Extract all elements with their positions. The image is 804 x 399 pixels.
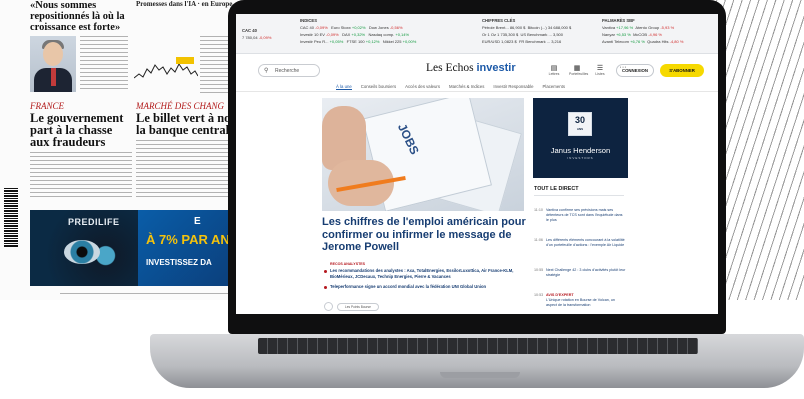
- connect-button[interactable]: CONNEXION: [616, 64, 654, 77]
- nav-item-home[interactable]: À la une: [336, 84, 352, 90]
- figures-header: CHIFFRES CLÉS: [482, 18, 516, 23]
- ticker-indices: INDICES CAC 40 -0,09% Euro Stoxx +0,02% …: [300, 18, 416, 44]
- live-item[interactable]: 10:55 Next Challenge 42 : 3 clubs d'acti…: [534, 268, 626, 278]
- nav-item-placements[interactable]: Placements: [543, 84, 565, 90]
- ticker-main-value: 7 780,04: [242, 35, 258, 40]
- nav-item-stocks[interactable]: Accès des valeurs: [405, 84, 440, 90]
- related-article-link[interactable]: Les recommandations des analystes : Axa,…: [324, 268, 530, 279]
- laptop-keyboard: [258, 338, 698, 354]
- nav-item-markets[interactable]: Marchés & Indices: [449, 84, 484, 90]
- live-item[interactable]: 10:53 AVIS D'EXPERT L'Unique rotation en…: [534, 293, 626, 308]
- site-logo[interactable]: Les Echos investir: [426, 62, 516, 74]
- newspaper-text-column: [136, 140, 236, 200]
- briefcase-icon: ▦: [573, 65, 581, 72]
- newspaper-article-title: Le gouvernement part à la chasse aux fra…: [30, 111, 124, 149]
- newspaper-top-headline: «Nous sommes repositionnés là où la croi…: [30, 0, 125, 33]
- logo-text: Les Echos: [426, 62, 474, 74]
- ad-brand-sub: INVESTORS: [567, 156, 594, 160]
- divider: [534, 195, 624, 196]
- ticker-row[interactable]: CAC 40 -0,09% Euro Stoxx +0,02% Dow Jone…: [300, 25, 416, 30]
- logo-accent: investir: [476, 62, 516, 74]
- live-text: Next Challenge 42 : 3 clubs d'activités …: [546, 268, 626, 277]
- ticker-main-change: -0,09%: [258, 35, 272, 40]
- ticker-row[interactable]: Pétrole Brent... 86,900 $ Bitcoin (...) …: [482, 25, 571, 30]
- tool-newsletters[interactable]: ▤ Lettres: [546, 64, 562, 76]
- newspaper-ad-predilife: PREDILIFE: [30, 210, 138, 286]
- newspaper-top-headline-2: Promesses dans l'IA · en Europe: [136, 0, 233, 8]
- chart-bars-icon: ▤: [550, 65, 558, 72]
- subscribe-button[interactable]: S'ABONNER: [660, 64, 704, 77]
- ticker-sbf-winners: PALMARÈS SBF Vantiva +17,96 % Atento Gro…: [602, 18, 683, 44]
- ticker-row[interactable]: EUR/USD 1,0823 $ FR Benchmark ... 3,216: [482, 39, 571, 44]
- ticker-row[interactable]: Or 1 Oz 1 735,300 $ US Benchmark ... 3,5…: [482, 32, 571, 37]
- live-time: 10:53: [534, 293, 544, 297]
- live-time: 11:06: [534, 238, 543, 242]
- newspaper-ad-investment: E À 7% PAR AN INVESTISSEZ DA: [138, 210, 238, 286]
- tool-portfolios[interactable]: ▦ Portefeuilles: [569, 64, 588, 76]
- newspaper-category-france: FRANCE: [30, 101, 64, 111]
- anniversary-badge: 30 ANS: [568, 112, 592, 136]
- ticker-row[interactable]: Nanyar +6,53 % McCOB -4,96 %: [602, 32, 683, 37]
- winners-header: PALMARÈS SBF: [602, 18, 635, 23]
- headline-link[interactable]: Les chiffres de l'emploi américain pour …: [322, 216, 530, 254]
- newspaper-article-title-2: Le billet vert à nor la banque centrale: [136, 111, 236, 137]
- newspaper-portrait-photo: [30, 36, 76, 92]
- live-text: Vantiva confirme ses prévisions mais ses…: [546, 208, 623, 222]
- ticker-main-name: CAC 40: [242, 28, 257, 33]
- live-time: 10:55: [534, 268, 544, 272]
- share-tag[interactable]: Les Points Bourse: [337, 302, 379, 311]
- janus-henderson-ad[interactable]: 30 ANS Janus Henderson INVESTORS: [533, 98, 628, 178]
- search-input[interactable]: ⚲ Recherche: [258, 64, 320, 77]
- list-icon: ☰: [596, 65, 604, 72]
- ticker-row[interactable]: Investir Peu R... +0,05% FTSE 100 +0,12%…: [300, 39, 416, 44]
- newspaper-category-currency: MARCHÉ DES CHANG: [136, 101, 224, 111]
- live-item[interactable]: 11:06 Les différents éléments concourant…: [534, 238, 626, 248]
- live-time: 11:10: [534, 208, 543, 212]
- kicker-label: RECOS ANALYSTES: [330, 262, 366, 266]
- live-text: L'Unique rotation en Bourse de Volcan, u…: [546, 298, 615, 307]
- share-icon[interactable]: [324, 302, 333, 311]
- search-placeholder: Recherche: [275, 68, 300, 74]
- tool-lists[interactable]: ☰ Listes: [592, 64, 608, 76]
- ticker-row[interactable]: Investir 10 EV -0,09% DAX +0,32% Nasdaq …: [300, 32, 416, 37]
- ticker-key-figures: CHIFFRES CLÉS Pétrole Brent... 86,900 $ …: [482, 18, 571, 44]
- hero-image[interactable]: JOBS: [322, 98, 524, 211]
- laptop-trackpad-notch: [440, 372, 520, 378]
- search-icon: ⚲: [264, 68, 269, 74]
- ad-text: E: [194, 216, 201, 227]
- market-ticker-bar: CAC 40 7 780,04 -0,09% INDICES CAC 40 -0…: [236, 14, 718, 54]
- ad-brand: Janus Henderson: [550, 146, 611, 155]
- diagonal-stripes-decoration: [714, 0, 804, 300]
- indices-header: INDICES: [300, 18, 317, 23]
- related-article-link[interactable]: Teleperformance signe un accord mondial …: [324, 284, 530, 290]
- predilife-logo: PREDILIFE: [68, 217, 120, 227]
- newspaper-text-column: [80, 36, 128, 92]
- ad-cta: INVESTISSEZ DA: [146, 258, 212, 267]
- nav-item-responsible[interactable]: Investir Responsable: [493, 84, 533, 90]
- live-text: Les différents éléments concourant à la …: [546, 238, 625, 247]
- eye-image: [64, 240, 100, 264]
- newspaper: «Nous sommes repositionnés là où la croi…: [0, 0, 250, 300]
- ad-rate: À 7% PAR AN: [146, 232, 230, 247]
- ticker-row[interactable]: Vantiva +17,96 % Atento Group -5,93 %: [602, 25, 683, 30]
- barcode: [4, 188, 18, 248]
- main-nav: À la une Conseils boursiers Accès des va…: [336, 84, 565, 90]
- newspaper-footer-line: [60, 293, 240, 297]
- live-feed-title: TOUT LE DIRECT: [534, 186, 579, 192]
- newspaper-text-column: [30, 152, 132, 200]
- ticker-row[interactable]: Avanti Telecom +6,76 % Quadra Hits -4,80…: [602, 39, 683, 44]
- share-bar: Les Points Bourse: [324, 302, 379, 311]
- laptop-screen: CAC 40 7 780,04 -0,09% INDICES CAC 40 -0…: [236, 14, 718, 314]
- live-item[interactable]: 11:10 Vantiva confirme ses prévisions ma…: [534, 208, 626, 223]
- ticker-main-index[interactable]: CAC 40 7 780,04 -0,09%: [242, 28, 271, 40]
- nav-item-advice[interactable]: Conseils boursiers: [361, 84, 396, 90]
- newspaper-chart-badge: [176, 57, 194, 64]
